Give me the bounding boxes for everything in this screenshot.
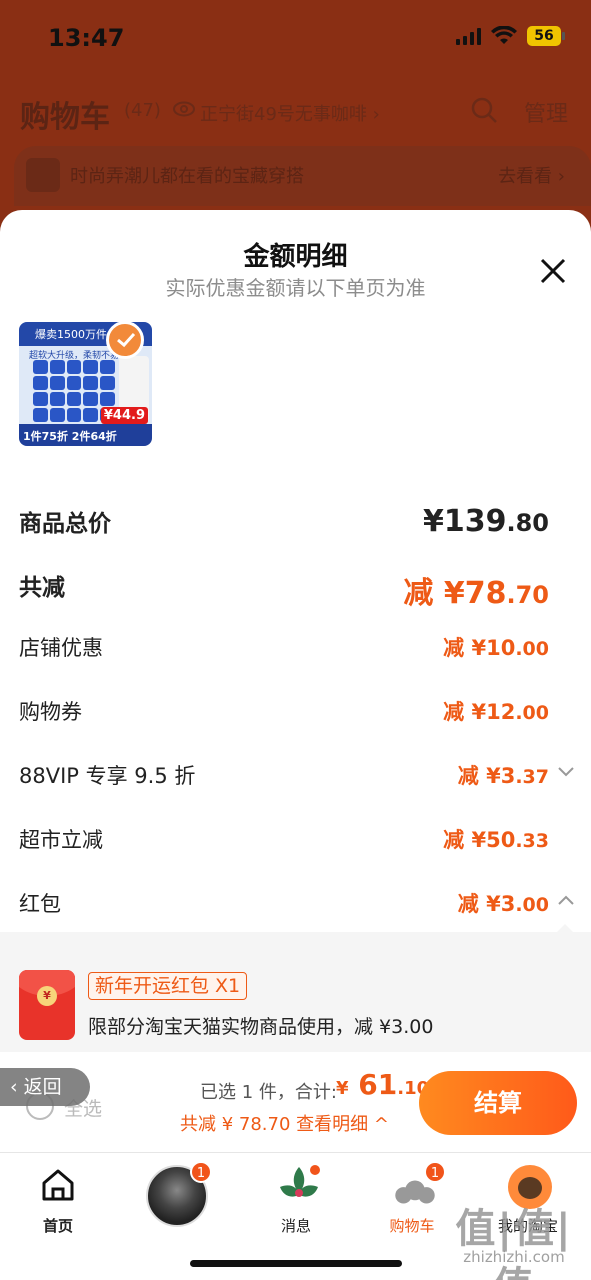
row-label: 商品总价 [19,511,111,537]
row-store-discount: 店铺优惠 减 ¥10.00 [19,632,549,672]
back-button[interactable]: ‹ 返回 [0,1068,90,1106]
avatar-badge: 1 [190,1161,212,1183]
back-label: 返回 [23,1076,62,1098]
eye-icon [173,101,195,117]
row-label: 红包 [19,892,61,916]
row-label: 共减 [19,575,65,601]
cart-count: (47) [124,100,161,121]
cart-title: 购物车 [20,100,110,135]
manage-button[interactable]: 管理 [524,96,568,128]
cellular-signal-icon [456,27,481,45]
checkout-bar: 全选 ‹ 返回 已选 1 件，合计: ¥ 61.10 共减 ¥ 78.70 查看… [0,1052,591,1152]
red-packet-tag: 新年开运红包 X1 [88,972,248,1000]
chevron-left-icon: ‹ [10,1076,24,1098]
sheet-title: 金额明细 [243,242,348,272]
chevron-up-icon[interactable] [557,894,575,906]
wifi-icon [491,26,517,44]
battery-level: 56 [534,28,554,44]
product-price-tag: ¥44.9 [100,407,148,424]
row-value: 减 ¥3.00 [457,892,549,916]
cart-header: 购物车 (47) 正宁街49号无事咖啡 › 管理 [0,86,591,136]
status-icons: 56 [456,26,565,46]
red-packet-panel: ¥ 新年开运红包 X1 限部分淘宝天猫实物商品使用，减 ¥3.00 [0,932,591,1056]
row-value: ¥139.80 [422,504,549,539]
close-icon[interactable] [540,258,566,284]
row-total-price: 商品总价 ¥139.80 [19,504,549,544]
coin-icon: ¥ [37,986,57,1006]
row-label: 超市立减 [19,828,103,852]
row-value: 减 ¥10.00 [443,636,549,660]
row-label: 店铺优惠 [19,636,103,660]
row-value: 减 ¥3.37 [457,764,549,788]
selected-count: 已选 1 件，合计: [200,1082,337,1103]
delivery-location-link[interactable]: 正宁街49号无事咖啡 › [200,100,380,126]
battery-icon: 56 [527,26,565,46]
row-supermarket-discount: 超市立减 减 ¥50.33 [19,824,549,864]
product-selected-checkbox[interactable] [106,321,144,359]
row-88vip[interactable]: 88VIP 专享 9.5 折 减 ¥3.37 [19,760,575,800]
row-red-packet[interactable]: 红包 减 ¥3.00 [19,888,575,928]
cart-badge: 1 [424,1161,446,1183]
tab-home[interactable]: 首页 [8,1159,108,1235]
watermark-logo: 值|值|值 [455,1206,573,1280]
tab-home-label: 首页 [42,1217,73,1235]
search-icon[interactable] [470,96,498,124]
status-bar: 13:47 56 [0,0,591,80]
red-envelope-icon: ¥ [19,970,75,1040]
home-icon [42,1169,74,1201]
row-shopping-coupon: 购物券 减 ¥12.00 [19,696,549,736]
row-label: 88VIP 专享 9.5 折 [19,764,196,788]
watermark: 值|值|值 zhizhizhi.com [440,1196,588,1280]
promo-strip[interactable]: 时尚弄潮儿都在看的宝藏穿搭 去看看 › [14,146,591,206]
home-indicator[interactable] [190,1260,402,1267]
row-value: 减 ¥12.00 [443,700,549,724]
view-detail-link[interactable]: 共减 ¥ 78.70 查看明细 ^ [180,1110,389,1136]
red-packet-description: 限部分淘宝天猫实物商品使用，减 ¥3.00 [88,1016,434,1038]
status-time: 13:47 [48,24,125,52]
row-label: 购物券 [19,700,82,724]
promo-thumbnail [26,158,60,192]
row-total-discount: 共减 减 ¥78.70 [19,568,549,611]
chevron-down-icon[interactable] [557,766,575,778]
product-thumb-discount: 1件75折 2件64折 [19,424,152,446]
row-value: 减 ¥50.33 [443,828,549,852]
promo-text: 时尚弄潮儿都在看的宝藏穿搭 [70,166,304,187]
row-value: 减 ¥78.70 [403,576,549,611]
checkout-button[interactable]: 结算 [419,1071,577,1135]
total-price: ¥ 61.10 [336,1068,430,1101]
check-icon [117,332,136,348]
sheet-subtitle: 实际优惠金额请以下单页为准 [165,276,426,300]
promo-link[interactable]: 去看看 › [498,162,565,188]
message-dot [310,1165,320,1175]
tab-messages-label: 消息 [280,1217,311,1235]
watermark-url: zhizhizhi.com [463,1248,565,1266]
